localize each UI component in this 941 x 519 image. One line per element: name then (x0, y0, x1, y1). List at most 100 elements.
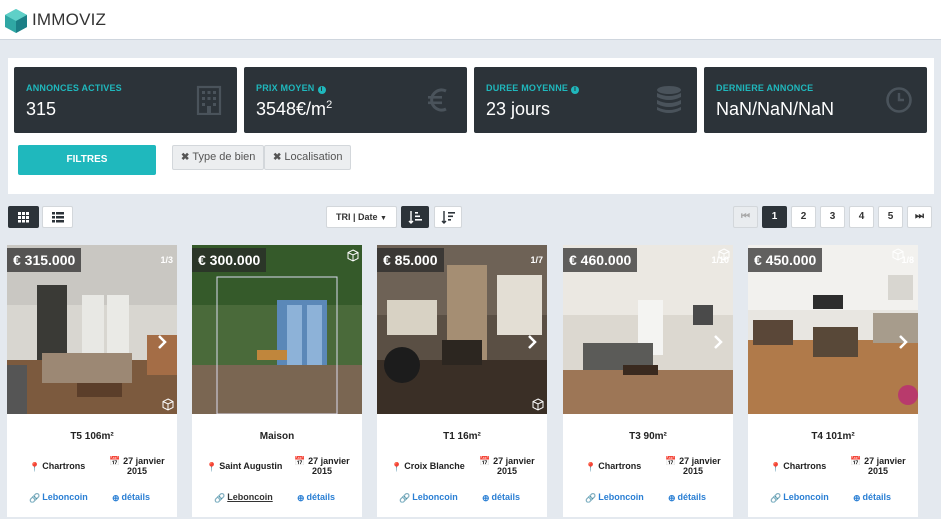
leboncoin-link[interactable]: 🔗 Leboncoin (585, 492, 644, 504)
details-link[interactable]: ⊕ détails (668, 492, 706, 504)
listing-photo[interactable]: € 300.000 (192, 245, 362, 414)
details-link[interactable]: ⊕ détails (853, 492, 891, 504)
details-link[interactable]: ⊕ détails (112, 492, 150, 504)
photo-counter: 1/3 (160, 255, 173, 265)
plus-circle-icon: ⊕ (668, 493, 676, 503)
first-page-icon: ⏮ (741, 211, 750, 222)
filters-button[interactable]: FILTRES (18, 145, 156, 175)
listing-location: 📍 Chartrons (29, 461, 86, 472)
3d-cube-icon[interactable] (347, 249, 359, 262)
plus-circle-icon: ⊕ (482, 493, 490, 503)
listing-photo[interactable]: € 85.000 1/7 (377, 245, 547, 414)
grid-view-button[interactable] (8, 206, 39, 228)
next-photo-icon[interactable] (898, 335, 908, 349)
next-photo-icon[interactable] (157, 335, 167, 349)
stat-title: ANNONCES ACTIVES (26, 83, 122, 93)
plus-circle-icon: ⊕ (112, 493, 120, 503)
listing-date: 📅 27 janvier 2015 (850, 456, 906, 476)
sort-descending-icon (441, 211, 455, 224)
map-marker-icon: 📍 (206, 462, 218, 472)
photo-counter: 1/7 (530, 255, 543, 265)
stat-card-annonces: ANNONCES ACTIVES 315 (14, 67, 237, 133)
3d-cube-icon[interactable] (718, 248, 730, 261)
stat-card-duree: DUREE MOYENNE i 23 jours (474, 67, 697, 133)
stat-title: DERNIERE ANNONCE (716, 83, 814, 93)
brand-name[interactable]: IMMOVIZ (32, 10, 106, 30)
listing-date: 📅 27 janvier 2015 (109, 456, 165, 476)
page-button-3[interactable]: 3 (820, 206, 845, 228)
sort-ascending-button[interactable] (401, 206, 429, 228)
listing-date: 📅 27 janvier 2015 (665, 456, 721, 476)
listing-card: € 460.000 1/10 T3 90m² 📍 Chartrons 📅 27 j… (563, 245, 733, 517)
listing-card: € 85.000 1/7 T1 16m² 📍 Croix Blanche 📅 27… (377, 245, 547, 517)
listing-price: € 460.000 (563, 248, 638, 272)
calendar-icon: 📅 (850, 456, 862, 466)
remove-icon[interactable]: ✖ (181, 152, 189, 163)
euro-icon (428, 88, 447, 112)
listing-location: 📍 Saint Augustin (206, 461, 283, 472)
map-marker-icon: 📍 (391, 462, 403, 472)
last-page-button[interactable]: ⏭ (907, 206, 932, 228)
stat-value: NaN/NaN/NaN (716, 99, 835, 119)
calendar-icon: 📅 (665, 456, 677, 466)
listing-title: Maison (259, 431, 295, 442)
info-icon[interactable]: i (317, 86, 326, 94)
listing-photo[interactable]: € 450.000 1/8 (748, 245, 918, 414)
grid-icon (18, 212, 29, 223)
map-marker-icon: 📍 (770, 462, 782, 472)
listing-title: T5 106m² (70, 431, 114, 442)
page-button-1[interactable]: 1 (762, 206, 787, 228)
clock-icon (886, 87, 912, 113)
list-icon (52, 212, 64, 223)
page-button-5[interactable]: 5 (878, 206, 903, 228)
link-icon: 🔗 (770, 493, 782, 503)
page-button-4[interactable]: 4 (849, 206, 874, 228)
next-photo-icon[interactable] (713, 335, 723, 349)
3d-cube-icon[interactable] (162, 398, 174, 411)
listing-location: 📍 Croix Blanche (391, 461, 465, 472)
leboncoin-link[interactable]: 🔗 Leboncoin (29, 492, 88, 504)
listing-title: T3 90m² (629, 431, 667, 442)
info-icon[interactable]: i (571, 86, 580, 94)
link-icon: 🔗 (29, 493, 41, 503)
3d-cube-icon[interactable] (532, 398, 544, 411)
leboncoin-link[interactable]: 🔗 Leboncoin (399, 492, 458, 504)
sort-dropdown[interactable]: TRI | Date ▼ (326, 206, 397, 228)
stat-card-prix: PRIX MOYEN i 3548€/m2 (244, 67, 467, 133)
listing-location: 📍 Chartrons (585, 461, 642, 472)
navbar: IMMOVIZ (0, 0, 941, 40)
list-view-button[interactable] (42, 206, 73, 228)
stat-value: 23 jours (486, 99, 551, 119)
map-marker-icon: 📍 (585, 462, 597, 472)
stat-value: 3548€/m2 (256, 99, 333, 119)
listing-title: T4 101m² (811, 431, 855, 442)
stats-panel: ANNONCES ACTIVES 315 PRIX MOYEN i 3548€/m… (8, 58, 934, 194)
calendar-icon: 📅 (479, 456, 491, 466)
listing-location: 📍 Chartrons (770, 461, 827, 472)
calendar-icon: 📅 (294, 456, 306, 466)
stat-card-derniere: DERNIERE ANNONCE NaN/NaN/NaN (704, 67, 927, 133)
stat-title: DUREE MOYENNE i (486, 83, 580, 94)
leboncoin-link[interactable]: 🔗 Leboncoin (770, 492, 829, 504)
stat-title: PRIX MOYEN i (256, 83, 326, 94)
filter-tag-type[interactable]: ✖ Type de bien (172, 145, 265, 170)
sort-descending-button[interactable] (434, 206, 462, 228)
filter-tag-localisation[interactable]: ✖ Localisation (264, 145, 352, 170)
remove-icon[interactable]: ✖ (273, 152, 281, 163)
3d-cube-icon[interactable] (892, 248, 904, 261)
plus-circle-icon: ⊕ (297, 493, 305, 503)
page-button-2[interactable]: 2 (791, 206, 816, 228)
link-icon: 🔗 (214, 493, 226, 503)
leboncoin-link[interactable]: 🔗 Leboncoin (214, 492, 273, 504)
listing-photo[interactable]: € 315.000 1/3 (7, 245, 177, 414)
listing-photo[interactable]: € 460.000 1/10 (563, 245, 733, 414)
last-page-icon: ⏭ (915, 211, 924, 222)
details-link[interactable]: ⊕ détails (297, 492, 335, 504)
logo-icon (5, 9, 27, 33)
building-icon (196, 85, 222, 115)
details-link[interactable]: ⊕ détails (482, 492, 520, 504)
database-icon (657, 86, 681, 113)
listing-date: 📅 27 janvier 2015 (294, 456, 350, 476)
next-photo-icon[interactable] (527, 335, 537, 349)
first-page-button[interactable]: ⏮ (733, 206, 758, 228)
